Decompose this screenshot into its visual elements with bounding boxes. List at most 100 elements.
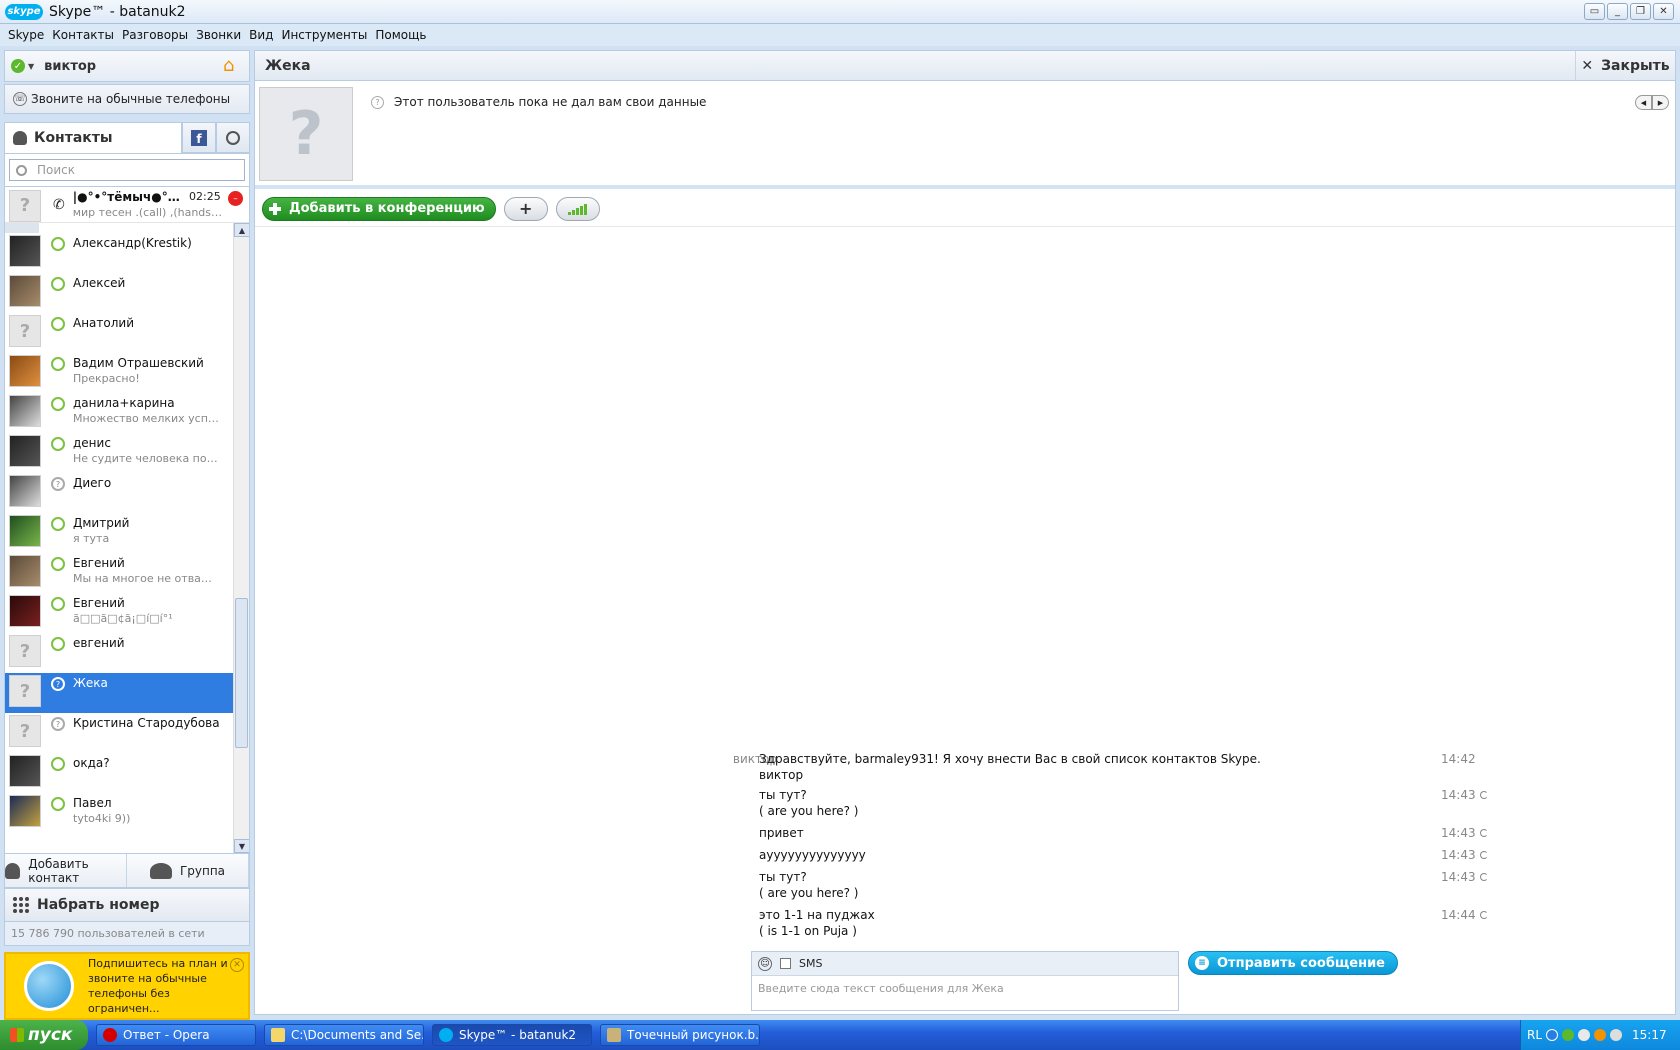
contact-item[interactable]: Вадим Отрашевский Прекрасно! — [5, 353, 249, 393]
message-input[interactable]: Введите сюда текст сообщения для Жека — [752, 976, 1178, 1001]
clock: 15:17 — [1632, 1028, 1667, 1042]
call-quality-button[interactable] — [555, 196, 600, 221]
menu-conversations[interactable]: Разговоры — [118, 28, 192, 42]
online-count: 15 786 790 пользователей в сети — [4, 922, 250, 946]
volume-icon[interactable] — [1610, 1029, 1623, 1041]
taskbar: пуск Ответ - Opera C:\Documents and Se..… — [0, 1020, 1680, 1050]
taskbar-item-explorer[interactable]: C:\Documents and Se... — [264, 1024, 424, 1046]
contact-item[interactable]: ? ? Кристина Стародубова — [5, 713, 249, 753]
system-tray: RL 15:17 — [1520, 1020, 1680, 1050]
presence-online-icon — [51, 637, 65, 651]
group-button[interactable]: Группа — [127, 854, 249, 887]
active-call-time: 02:25 — [189, 190, 221, 203]
contact-mood: я тута — [73, 532, 110, 545]
language-indicator[interactable]: RL — [1527, 1028, 1542, 1042]
contact-name: Александр(Krestik) — [73, 236, 192, 250]
add-contact-button[interactable]: Добавить контакт — [5, 854, 127, 887]
contact-item[interactable]: Алексей — [5, 273, 249, 313]
contact-item[interactable]: Дмитрий я тута — [5, 513, 249, 553]
contact-list-scrollbar[interactable]: ▲ ▼ — [233, 223, 249, 853]
home-icon[interactable]: ⌂ — [223, 57, 241, 75]
pending-icon — [1479, 829, 1488, 837]
task-label: Skype™ - batanuk2 — [459, 1028, 577, 1042]
conversation-header: Жека ✕ Закрыть — [255, 51, 1675, 81]
network-icon[interactable] — [1578, 1029, 1591, 1041]
contact-item[interactable]: данила+карина Множество мелких успехов... — [5, 393, 249, 433]
tab-facebook[interactable]: f — [182, 122, 216, 153]
send-message-button[interactable]: ≡ Отправить сообщение — [1188, 951, 1399, 975]
contact-item[interactable]: Павел tyto4ki 9)) — [5, 793, 249, 833]
add-to-conference-button[interactable]: Добавить в конференцию — [262, 196, 496, 221]
contact-name: Алексей — [73, 276, 126, 290]
contact-info: Александр(Krestik) — [73, 236, 221, 250]
add-button[interactable]: + — [503, 196, 548, 221]
close-label: Закрыть — [1601, 57, 1670, 74]
scroll-down-icon[interactable]: ▼ — [234, 839, 249, 853]
status-dropdown-icon[interactable]: ▼ — [28, 62, 34, 71]
contact-mood: Множество мелких успехов... — [73, 412, 221, 425]
group-icon — [149, 862, 172, 879]
maximize-button[interactable]: ❐ — [1630, 3, 1651, 20]
skype-phone-icon: ☏ — [13, 92, 27, 106]
avatar: ? — [9, 315, 41, 347]
contact-info: Анатолий — [73, 316, 221, 330]
user-name[interactable]: виктор — [44, 59, 96, 74]
avatar — [9, 355, 41, 387]
active-call-row[interactable]: ? ✆ |●°•°тёмыч●°•°... 02:25 мир тесен .(… — [5, 187, 249, 223]
taskbar-item-skype[interactable]: Skype™ - batanuk2 — [432, 1024, 592, 1046]
contact-name: Диего — [73, 476, 112, 490]
search-input[interactable]: Поиск — [9, 159, 245, 181]
call-phones-link[interactable]: ☏ Звоните на обычные телефоны — [4, 84, 250, 114]
promo-banner[interactable]: Подпишитесь на план и звоните на обычные… — [4, 952, 250, 1020]
contact-item[interactable]: Александр(Krestik) — [5, 233, 249, 273]
sms-checkbox[interactable] — [780, 958, 791, 969]
presence-online-icon — [51, 397, 65, 411]
contact-item[interactable]: ? Анатолий — [5, 313, 249, 353]
contact-item[interactable]: окда? — [5, 753, 249, 793]
contact-name: Кристина Стародубова — [73, 716, 220, 730]
minimize-button[interactable]: _ — [1607, 3, 1628, 20]
message-line: ты тут? — [759, 788, 807, 802]
taskbar-item-paint[interactable]: Точечный рисунок.b... — [600, 1024, 760, 1046]
status-online-icon[interactable]: ✓ — [11, 59, 25, 73]
menu-tools[interactable]: Инструменты — [277, 28, 371, 42]
prev-arrow-icon[interactable]: ◀ — [1635, 95, 1652, 110]
contact-item-selected[interactable]: ? ? Жека — [5, 673, 249, 713]
call-phones-label: Звоните на обычные телефоны — [31, 92, 231, 106]
emoticon-icon[interactable]: ☺ — [758, 956, 772, 971]
close-conversation-button[interactable]: ✕ Закрыть — [1575, 51, 1675, 80]
close-window-button[interactable]: ✕ — [1653, 3, 1674, 20]
profile-message-text: Этот пользователь пока не дал вам свои д… — [394, 95, 707, 109]
restore-compact-button[interactable]: ▭ — [1584, 3, 1605, 20]
next-arrow-icon[interactable]: ▶ — [1652, 95, 1669, 110]
scroll-thumb[interactable] — [235, 598, 248, 748]
contact-item[interactable]: денис Не судите человека пока н... — [5, 433, 249, 473]
contact-item[interactable]: ? Диего — [5, 473, 249, 513]
presence-online-icon — [51, 437, 65, 451]
menu-help[interactable]: Помощь — [371, 28, 430, 42]
hangup-icon[interactable]: – — [228, 191, 243, 206]
antivirus-icon[interactable] — [1594, 1029, 1607, 1041]
dial-number-button[interactable]: Набрать номер — [4, 888, 250, 922]
tab-contacts[interactable]: Контакты — [4, 122, 182, 153]
skype-status-icon[interactable] — [1562, 1029, 1575, 1041]
expand-tray-icon[interactable] — [1546, 1029, 1559, 1041]
tab-recent[interactable] — [216, 122, 250, 153]
menu-skype[interactable]: Skype — [4, 28, 48, 42]
start-button[interactable]: пуск — [0, 1020, 88, 1050]
group-label: Группа — [179, 863, 226, 878]
contact-item[interactable]: ? евгений — [5, 633, 249, 673]
scroll-up-icon[interactable]: ▲ — [234, 223, 249, 237]
menu-calls[interactable]: Звонки — [192, 28, 245, 42]
phone-handset-icon: ✆ — [53, 196, 65, 213]
contact-item[interactable]: Евгений Мы на многое не отваживае... — [5, 553, 249, 593]
menu-contacts[interactable]: Контакты — [48, 28, 118, 42]
avatar — [9, 595, 41, 627]
close-icon[interactable]: ✕ — [230, 958, 244, 972]
avatar: ? — [9, 715, 41, 747]
avatar: ? — [9, 635, 41, 667]
contact-item[interactable]: Евгений ã□□ã□¢ã¡□í□í°¹ — [5, 593, 249, 633]
taskbar-item-opera[interactable]: Ответ - Opera — [96, 1024, 256, 1046]
menu-view[interactable]: Вид — [245, 28, 277, 42]
send-label: Отправить сообщение — [1217, 955, 1386, 971]
